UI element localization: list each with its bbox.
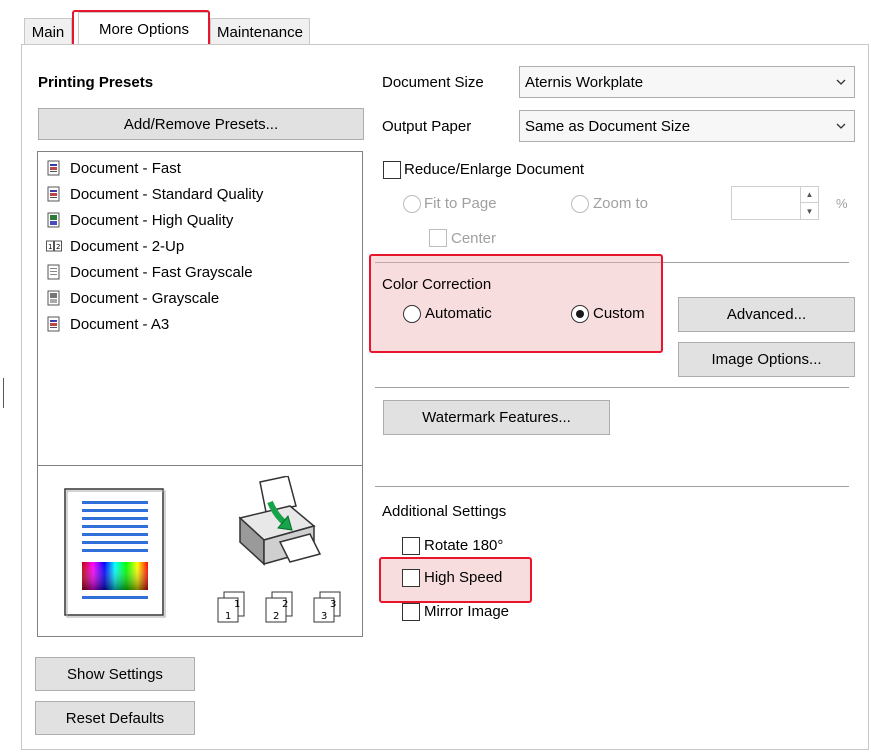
tab-maintenance[interactable]: Maintenance xyxy=(210,18,310,45)
color-custom-label: Custom xyxy=(593,305,645,322)
zoom-to-radio[interactable] xyxy=(571,195,589,213)
color-custom-radio[interactable] xyxy=(571,305,589,323)
stepper-buttons[interactable]: ▲ ▼ xyxy=(800,187,818,219)
chevron-down-icon xyxy=(836,123,846,129)
preset-item-fast-gray[interactable]: Document - Fast Grayscale xyxy=(46,260,253,284)
collate-page-3-icon: 3 3 xyxy=(313,591,341,623)
percent-label: % xyxy=(836,196,848,211)
svg-text:2: 2 xyxy=(56,243,60,251)
presets-list[interactable]: Document - Fast Document - Standard Qual… xyxy=(37,151,363,637)
window-edge xyxy=(3,378,4,408)
zoom-percent-stepper[interactable]: ▲ ▼ xyxy=(731,186,819,220)
chevron-down-icon xyxy=(836,79,846,85)
center-checkbox[interactable] xyxy=(429,229,447,247)
document-high-quality-icon xyxy=(47,212,60,228)
document-gray-icon xyxy=(47,264,60,280)
watermark-features-label: Watermark Features... xyxy=(422,409,571,426)
reset-defaults-label: Reset Defaults xyxy=(65,709,165,727)
document-size-value: Aternis Workplate xyxy=(525,73,644,91)
document-icon xyxy=(47,316,60,332)
center-label: Center xyxy=(451,230,497,247)
tab-main-label: Main xyxy=(31,23,65,41)
watermark-features-button[interactable]: Watermark Features... xyxy=(383,400,610,435)
output-paper-select[interactable]: Same as Document Size xyxy=(519,110,855,142)
tab-main[interactable]: Main xyxy=(24,18,72,45)
preset-item-fast[interactable]: Document - Fast xyxy=(46,156,181,180)
preset-label: Document - 2-Up xyxy=(70,237,185,255)
stepper-up-icon[interactable]: ▲ xyxy=(801,187,818,203)
preset-item-2up[interactable]: 12 Document - 2-Up xyxy=(46,234,184,258)
document-size-label: Document Size xyxy=(382,74,484,91)
rotate-180-checkbox[interactable] xyxy=(402,537,420,555)
collate-page-2-icon: 2 2 xyxy=(265,591,293,623)
stepper-down-icon[interactable]: ▼ xyxy=(801,203,818,219)
separator xyxy=(375,486,849,487)
output-paper-value: Same as Document Size xyxy=(525,117,691,135)
mirror-image-label: Mirror Image xyxy=(424,603,510,620)
document-icon xyxy=(47,186,60,202)
preset-item-high[interactable]: Document - High Quality xyxy=(46,208,233,232)
image-options-label: Image Options... xyxy=(711,351,822,368)
fit-to-page-radio[interactable] xyxy=(403,195,421,213)
show-settings-label: Show Settings xyxy=(67,665,163,683)
collate-label: 2 xyxy=(282,599,288,610)
separator xyxy=(375,387,849,388)
preset-label: Document - Grayscale xyxy=(70,289,220,307)
high-speed-checkbox[interactable] xyxy=(402,569,420,587)
svg-text:1: 1 xyxy=(48,243,52,251)
document-icon xyxy=(47,160,60,176)
preset-label: Document - Standard Quality xyxy=(70,185,264,203)
collate-label: 2 xyxy=(273,611,279,622)
reset-defaults-button[interactable]: Reset Defaults xyxy=(35,701,195,735)
collate-label: 3 xyxy=(321,611,327,622)
add-remove-presets-button[interactable]: Add/Remove Presets... xyxy=(38,108,364,140)
zoom-to-label: Zoom to xyxy=(593,195,649,212)
rotate-180-label: Rotate 180° xyxy=(424,537,504,554)
radio-selected-dot xyxy=(576,310,584,318)
fit-to-page-label: Fit to Page xyxy=(424,195,497,212)
output-paper-label: Output Paper xyxy=(382,118,472,135)
preset-label: Document - High Quality xyxy=(70,211,234,229)
preset-label: Document - Fast Grayscale xyxy=(70,263,253,281)
preset-label: Document - Fast xyxy=(70,159,181,177)
printer-feed-icon xyxy=(238,476,322,566)
advanced-label: Advanced... xyxy=(726,306,807,323)
preset-item-gray[interactable]: Document - Grayscale xyxy=(46,286,219,310)
advanced-button[interactable]: Advanced... xyxy=(678,297,855,332)
preset-preview-divider xyxy=(38,465,362,466)
color-correction-highlight xyxy=(369,254,663,353)
document-size-select[interactable]: Aternis Workplate xyxy=(519,66,855,98)
collate-label: 3 xyxy=(330,599,336,610)
reduce-enlarge-label: Reduce/Enlarge Document xyxy=(404,161,585,178)
high-speed-label: High Speed xyxy=(424,569,503,586)
mirror-image-checkbox[interactable] xyxy=(402,603,420,621)
show-settings-button[interactable]: Show Settings xyxy=(35,657,195,691)
tab-maintenance-label: Maintenance xyxy=(217,23,303,41)
reduce-enlarge-checkbox[interactable] xyxy=(383,161,401,179)
color-automatic-label: Automatic xyxy=(425,305,492,322)
collate-page-1-icon: 1 1 xyxy=(217,591,245,623)
image-options-button[interactable]: Image Options... xyxy=(678,342,855,377)
presets-title: Printing Presets xyxy=(38,74,154,91)
additional-settings-title: Additional Settings xyxy=(382,503,507,520)
collate-label: 1 xyxy=(234,599,240,610)
page-preview-icon xyxy=(64,488,166,618)
two-up-icon: 12 xyxy=(46,240,62,252)
preset-item-a3[interactable]: Document - A3 xyxy=(46,312,169,336)
color-automatic-radio[interactable] xyxy=(403,305,421,323)
document-gray-icon xyxy=(47,290,60,306)
preset-item-standard[interactable]: Document - Standard Quality xyxy=(46,182,263,206)
color-correction-title: Color Correction xyxy=(382,276,492,293)
collate-label: 1 xyxy=(225,611,231,622)
add-remove-presets-label: Add/Remove Presets... xyxy=(123,115,279,133)
preset-label: Document - A3 xyxy=(70,315,170,333)
